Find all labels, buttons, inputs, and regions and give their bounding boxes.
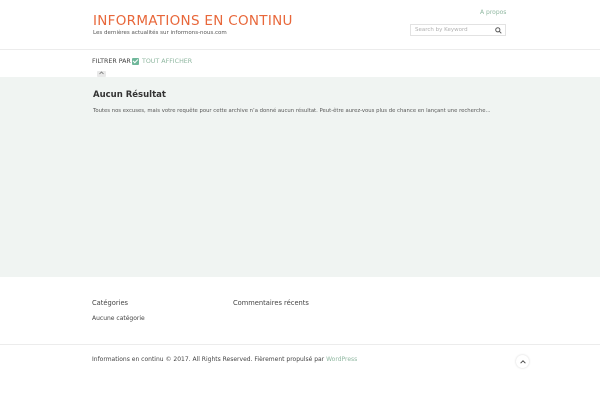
filter-label: FILTRER PAR xyxy=(92,58,131,65)
footer-copyright: Informations en continu © 2017. All Righ… xyxy=(92,356,325,363)
categories-empty-item: Aucune catégorie xyxy=(92,315,145,322)
site-header: INFORMATIONS EN CONTINU Les dernières ac… xyxy=(0,0,600,50)
chevron-up-icon xyxy=(99,71,104,75)
search-button[interactable] xyxy=(491,25,505,35)
site-footer: Informations en continu © 2017. All Righ… xyxy=(0,345,600,400)
site-tagline: Les dernières actualités sur informons-n… xyxy=(93,30,227,36)
site-title[interactable]: INFORMATIONS EN CONTINU xyxy=(93,13,293,29)
wordpress-link[interactable]: WordPress xyxy=(326,356,357,363)
footer-credits: Informations en continu © 2017. All Righ… xyxy=(92,356,357,363)
footer-widgets: Catégories Aucune catégorie Commentaires… xyxy=(0,277,600,345)
back-to-top-button[interactable] xyxy=(516,355,529,368)
recent-comments-widget-title: Commentaires récents xyxy=(233,299,309,307)
search-input[interactable] xyxy=(411,25,495,35)
categories-widget-title: Catégories xyxy=(92,299,129,307)
chevron-up-icon xyxy=(519,359,526,364)
filter-show-all-link[interactable]: TOUT AFFICHER xyxy=(142,58,192,65)
search-form xyxy=(410,24,506,36)
filter-bar: FILTRER PAR TOUT AFFICHER xyxy=(0,50,600,77)
main-content: Aucun Résultat Toutes nos excuses, mais … xyxy=(0,77,600,277)
nav-link-about[interactable]: A propos xyxy=(480,9,506,16)
search-icon xyxy=(494,26,502,34)
page-title: Aucun Résultat xyxy=(93,90,166,100)
check-icon[interactable] xyxy=(132,58,139,65)
no-results-message: Toutes nos excuses, mais votre requête p… xyxy=(93,108,491,114)
